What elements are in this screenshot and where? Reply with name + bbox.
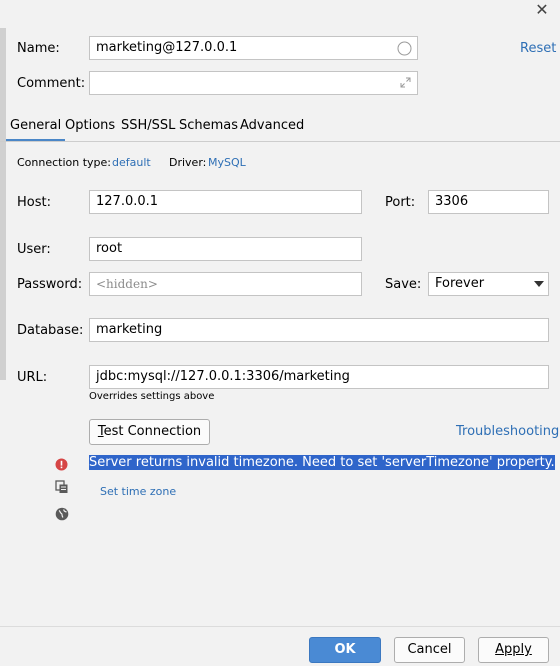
database-value: marketing (96, 322, 163, 337)
expand-icon[interactable] (399, 76, 412, 89)
comment-field[interactable] (89, 71, 418, 95)
tab-ssh-ssl[interactable]: SSH/SSL (121, 114, 175, 142)
cancel-button[interactable]: Cancel (394, 637, 465, 663)
troubleshooting-link[interactable]: Troubleshooting (456, 424, 559, 439)
globe-icon[interactable] (55, 507, 69, 521)
password-field[interactable]: <hidden> (89, 272, 362, 296)
tab-divider (0, 141, 560, 142)
name-field[interactable]: marketing@127.0.0.1 (89, 36, 418, 60)
tab-general[interactable]: General (6, 114, 66, 142)
connection-type-label: Connection type: (17, 156, 112, 169)
name-label: Name: (17, 41, 60, 56)
host-field[interactable]: 127.0.0.1 (89, 190, 362, 214)
connection-type-link[interactable]: default (112, 156, 151, 169)
tab-advanced[interactable]: Advanced (240, 114, 304, 142)
database-label: Database: (17, 323, 84, 338)
error-message[interactable]: Server returns invalid timezone. Need to… (89, 455, 555, 471)
close-icon[interactable]: ✕ (534, 2, 550, 18)
port-label: Port: (385, 195, 416, 210)
url-label: URL: (17, 370, 48, 385)
port-field[interactable]: 3306 (428, 190, 549, 214)
tab-options[interactable]: Options (65, 114, 115, 142)
name-value: marketing@127.0.0.1 (96, 40, 238, 55)
reset-link[interactable]: Reset (520, 41, 556, 56)
apply-label: Apply (495, 642, 532, 657)
driver-label: Driver: (169, 156, 207, 169)
save-select[interactable]: Forever (428, 272, 549, 296)
set-time-zone-link[interactable]: Set time zone (100, 485, 176, 498)
tab-schemas[interactable]: Schemas (179, 114, 238, 142)
user-value: root (96, 241, 123, 256)
name-status-circle-icon (397, 41, 412, 56)
footer-divider (0, 626, 560, 627)
url-note: Overrides settings above (89, 391, 215, 402)
copy-icon[interactable] (55, 480, 69, 494)
driver-link[interactable]: MySQL (208, 156, 246, 169)
database-field[interactable]: marketing (89, 318, 549, 342)
chevron-down-icon (534, 281, 544, 287)
ok-button[interactable]: OK (309, 637, 381, 663)
comment-label: Comment: (17, 76, 86, 91)
url-value: jdbc:mysql://127.0.0.1:3306/marketing (96, 369, 350, 384)
tab-bar: General Options SSH/SSL Schemas Advanced (0, 114, 560, 142)
error-message-text: Server returns invalid timezone. Need to… (89, 455, 555, 470)
save-value: Forever (435, 276, 485, 291)
port-value: 3306 (435, 194, 469, 209)
host-label: Host: (17, 195, 51, 210)
user-label: User: (17, 242, 51, 257)
left-panel-edge (0, 28, 6, 380)
password-placeholder: <hidden> (96, 277, 158, 291)
apply-button[interactable]: Apply (478, 637, 549, 663)
error-icon (55, 458, 68, 471)
user-field[interactable]: root (89, 237, 362, 261)
host-value: 127.0.0.1 (96, 194, 159, 209)
url-field[interactable]: jdbc:mysql://127.0.0.1:3306/marketing (89, 365, 549, 389)
test-connection-button[interactable]: Test Connection (89, 419, 210, 445)
password-label: Password: (17, 277, 83, 292)
save-label: Save: (385, 277, 422, 292)
test-connection-label: est Connection (103, 424, 202, 439)
